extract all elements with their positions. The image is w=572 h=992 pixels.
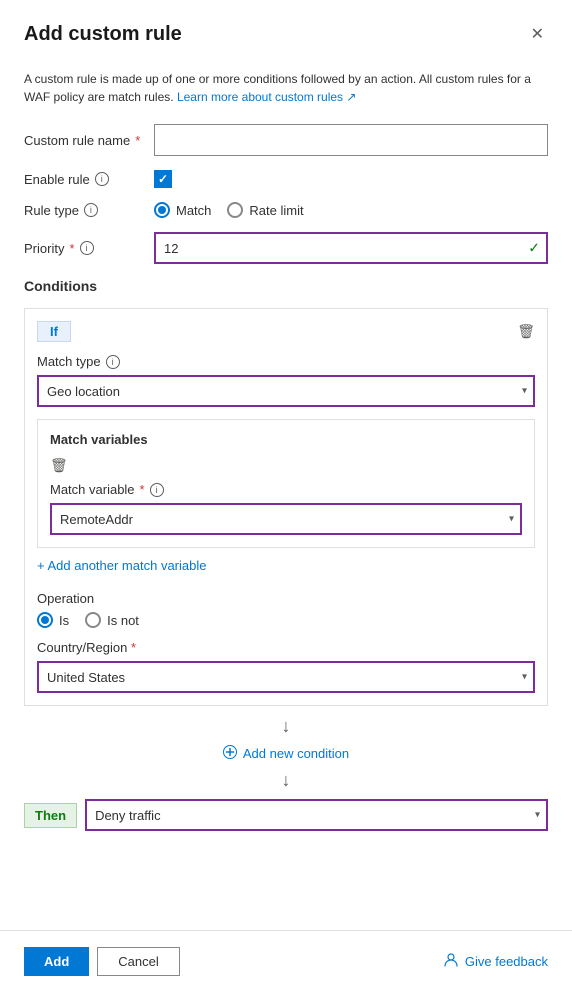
match-type-label: Match type i (37, 354, 535, 369)
add-custom-rule-dialog: Add custom rule ✕ A custom rule is made … (0, 0, 572, 992)
match-variables-section: Match variables 🗑 Match variable * i (37, 419, 535, 548)
if-badge: If (37, 321, 71, 342)
country-region-label: Country/Region * (37, 640, 535, 655)
required-marker: * (135, 133, 140, 148)
priority-label: Priority * i (24, 241, 154, 256)
arrow-down-1: ↓ (24, 716, 548, 737)
priority-row: Priority * i ✓ (24, 232, 548, 264)
give-feedback-label: Give feedback (465, 954, 548, 969)
match-variable-item-row: 🗑 (50, 457, 522, 474)
add-condition-label: Add new condition (243, 746, 349, 761)
priority-valid-icon: ✓ (528, 240, 540, 257)
match-variable-delete-icon[interactable]: 🗑 (50, 457, 68, 474)
operation-isnot-label: Is not (107, 613, 139, 628)
priority-input[interactable] (154, 232, 548, 264)
rule-type-match-radio[interactable] (154, 202, 170, 218)
enable-rule-row: Enable rule i ✓ (24, 170, 548, 188)
match-variable-info-icon: i (150, 483, 164, 497)
rule-type-radio-group: Match Rate limit (154, 202, 548, 218)
custom-rule-name-row: Custom rule name * (24, 124, 548, 156)
custom-rule-name-label: Custom rule name * (24, 133, 154, 148)
country-region-select[interactable]: United States China Russia Germany Franc… (37, 661, 535, 693)
feedback-person-icon (443, 952, 459, 971)
rule-type-match-option[interactable]: Match (154, 202, 211, 218)
dialog-header: Add custom rule ✕ (0, 0, 572, 58)
priority-control: ✓ (154, 232, 548, 264)
match-variable-select-wrapper: RemoteAddr RequestHeader RequestBody Req… (50, 503, 522, 535)
operation-is-radio[interactable] (37, 612, 53, 628)
external-link-icon: ↗ (346, 90, 356, 104)
enable-rule-checkbox-wrapper: ✓ (154, 170, 548, 188)
give-feedback-link[interactable]: Give feedback (443, 952, 548, 971)
operation-isnot-radio[interactable] (85, 612, 101, 628)
dialog-footer: Add Cancel Give feedback (0, 930, 572, 992)
match-variable-label: Match variable * i (50, 482, 522, 497)
priority-input-wrapper: ✓ (154, 232, 548, 264)
add-condition-button[interactable]: Add new condition (24, 745, 548, 762)
add-button[interactable]: Add (24, 947, 89, 976)
add-condition-plus-icon (223, 745, 237, 762)
rule-type-control: Match Rate limit (154, 202, 548, 218)
match-variable-required: * (140, 482, 145, 497)
match-type-info-icon: i (106, 355, 120, 369)
match-type-row: Match type i Geo location IP address HTT… (37, 354, 535, 407)
add-match-variable-label: + Add another match variable (37, 558, 206, 573)
custom-rule-name-input[interactable] (154, 124, 548, 156)
checkmark-icon: ✓ (158, 172, 168, 186)
if-header: If 🗑 (37, 321, 535, 342)
conditions-section: Conditions If 🗑 Match type i Geo locatio… (24, 278, 548, 831)
dialog-body: A custom rule is made up of one or more … (0, 58, 572, 914)
rule-type-rate-limit-label: Rate limit (249, 203, 303, 218)
operation-label: Operation (37, 591, 535, 606)
rule-type-rate-limit-option[interactable]: Rate limit (227, 202, 303, 218)
rule-type-row: Rule type i Match Rate limit (24, 202, 548, 218)
custom-rule-name-control (154, 124, 548, 156)
match-variables-title: Match variables (50, 432, 148, 447)
priority-required-marker: * (69, 241, 74, 256)
operation-is-option[interactable]: Is (37, 612, 69, 628)
rule-type-label: Rule type i (24, 203, 154, 218)
match-type-select-wrapper: Geo location IP address HTTP header HTTP… (37, 375, 535, 407)
rule-type-match-label: Match (176, 203, 211, 218)
enable-rule-checkbox[interactable]: ✓ (154, 170, 172, 188)
match-variables-header: Match variables (50, 432, 522, 447)
learn-more-link[interactable]: Learn more about custom rules ↗ (177, 90, 357, 104)
country-region-select-wrapper: United States China Russia Germany Franc… (37, 661, 535, 693)
then-row: Then Deny traffic Allow traffic Log ▾ (24, 799, 548, 831)
then-action-select[interactable]: Deny traffic Allow traffic Log (85, 799, 548, 831)
if-delete-icon[interactable]: 🗑 (517, 323, 535, 340)
arrow-down-2: ↓ (24, 770, 548, 791)
operation-section: Operation Is Is not (37, 591, 535, 628)
then-action-select-wrapper: Deny traffic Allow traffic Log ▾ (85, 799, 548, 831)
operation-isnot-option[interactable]: Is not (85, 612, 139, 628)
operation-radio-group: Is Is not (37, 612, 535, 628)
country-region-row: Country/Region * United States China Rus… (37, 640, 535, 693)
info-text: A custom rule is made up of one or more … (24, 70, 548, 106)
rule-type-rate-limit-radio[interactable] (227, 202, 243, 218)
if-block: If 🗑 Match type i Geo location IP addres… (24, 308, 548, 706)
then-badge: Then (24, 803, 77, 828)
dialog-title: Add custom rule (24, 23, 182, 46)
close-button[interactable]: ✕ (527, 20, 548, 48)
operation-is-label: Is (59, 613, 69, 628)
add-match-variable-link[interactable]: + Add another match variable (37, 558, 206, 573)
priority-info-icon: i (80, 241, 94, 255)
match-variable-control-row: Match variable * i RemoteAddr RequestHea… (50, 482, 522, 535)
match-type-select[interactable]: Geo location IP address HTTP header HTTP… (37, 375, 535, 407)
match-variable-select[interactable]: RemoteAddr RequestHeader RequestBody Req… (50, 503, 522, 535)
enable-rule-info-icon: i (95, 172, 109, 186)
enable-rule-control: ✓ (154, 170, 548, 188)
close-icon: ✕ (531, 24, 544, 44)
conditions-title: Conditions (24, 278, 548, 294)
rule-type-info-icon: i (84, 203, 98, 217)
country-region-required: * (131, 640, 136, 655)
enable-rule-label: Enable rule i (24, 172, 154, 187)
footer-actions: Add Cancel (24, 947, 180, 976)
cancel-button[interactable]: Cancel (97, 947, 179, 976)
